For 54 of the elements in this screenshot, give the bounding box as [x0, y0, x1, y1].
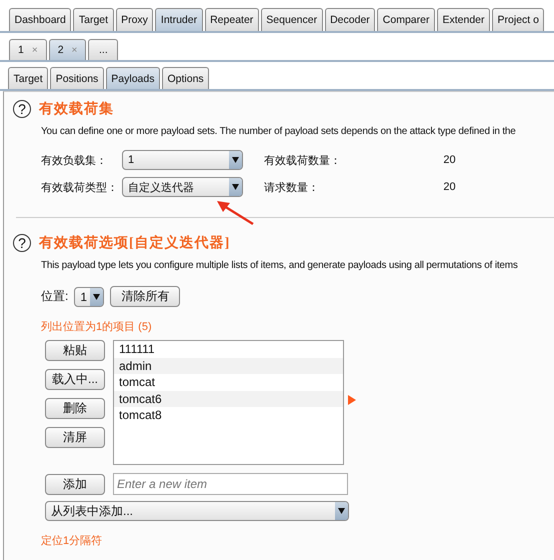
- position-dropdown[interactable]: 1: [74, 286, 104, 306]
- section-description: You can define one or more payload sets. The number of payload sets depends on the attack type defined in the: [41, 126, 517, 137]
- help-icon[interactable]: ?: [13, 234, 31, 252]
- main-tab[interactable]: Decoder: [324, 8, 376, 31]
- main-tab[interactable]: Project o: [492, 8, 544, 31]
- request-tab[interactable]: 2 ×: [48, 39, 86, 60]
- field-label: 有效负载集：: [41, 154, 108, 168]
- main-tab[interactable]: Repeater: [204, 8, 259, 31]
- dropdown-arrow-icon: [338, 508, 345, 514]
- main-tab[interactable]: Comparer: [377, 8, 435, 31]
- dropdown-arrow-icon: [93, 294, 100, 300]
- main-tab[interactable]: Intruder: [155, 8, 203, 31]
- list-item[interactable]: tomcat8: [114, 407, 343, 424]
- add-button[interactable]: 添加: [45, 474, 105, 494]
- stat-label: 请求数量：: [264, 180, 320, 194]
- main-tab[interactable]: Proxy: [116, 8, 154, 31]
- dropdown[interactable]: 自定义迭代器: [122, 177, 243, 197]
- list-label: 列出位置为1的项目 (5): [41, 320, 153, 334]
- field-label: 有效载荷类型：: [41, 180, 119, 194]
- main-tab[interactable]: Target: [73, 8, 114, 31]
- sub-tab[interactable]: Options: [162, 67, 210, 89]
- stat-value: 20: [443, 181, 457, 193]
- dropdown-arrow-icon: [232, 157, 239, 163]
- stat-value: 20: [443, 154, 457, 166]
- clear-all-button[interactable]: 清除所有: [110, 286, 180, 307]
- section-title: 有效载荷集: [39, 100, 114, 118]
- delimiter-label: 定位1分隔符: [41, 534, 104, 548]
- list-action-button[interactable]: 载入中...: [45, 369, 105, 390]
- annotation-arrow: [215, 200, 255, 226]
- help-icon[interactable]: ?: [13, 100, 31, 118]
- dropdown-arrow-icon: [232, 184, 239, 190]
- triangle-icon: [348, 395, 356, 405]
- main-tab[interactable]: Extender: [436, 8, 490, 31]
- main-tab[interactable]: Sequencer: [260, 8, 323, 31]
- list-item[interactable]: admin: [114, 358, 343, 374]
- list-item[interactable]: tomcat: [114, 374, 343, 390]
- list-action-button[interactable]: 清屏: [45, 427, 105, 448]
- position-label: 位置:: [41, 288, 68, 305]
- list-item[interactable]: 111111: [114, 341, 343, 358]
- list-action-button[interactable]: 粘贴: [45, 340, 105, 361]
- request-tab[interactable]: ...: [88, 39, 118, 60]
- list-action-button[interactable]: 删除: [45, 398, 105, 419]
- sub-tab[interactable]: Positions: [50, 67, 104, 89]
- add-from-list-dropdown[interactable]: 从列表中添加...: [45, 501, 349, 521]
- sub-tab[interactable]: Payloads: [106, 67, 160, 89]
- section-title: 有效载荷选项[自定义迭代器]: [39, 234, 230, 252]
- main-tab[interactable]: Dashboard: [9, 8, 72, 31]
- stat-label: 有效载荷数量：: [264, 154, 342, 168]
- list-item[interactable]: tomcat6: [114, 390, 343, 407]
- new-item-field[interactable]: Enter a new item: [113, 473, 348, 495]
- dropdown[interactable]: 1: [122, 150, 243, 170]
- section-description: This payload type lets you configure multiple lists of items, and generate payloads using all permutations of items: [41, 260, 519, 271]
- request-tab[interactable]: 1 ×: [9, 39, 47, 60]
- sub-tab[interactable]: Target: [8, 67, 48, 89]
